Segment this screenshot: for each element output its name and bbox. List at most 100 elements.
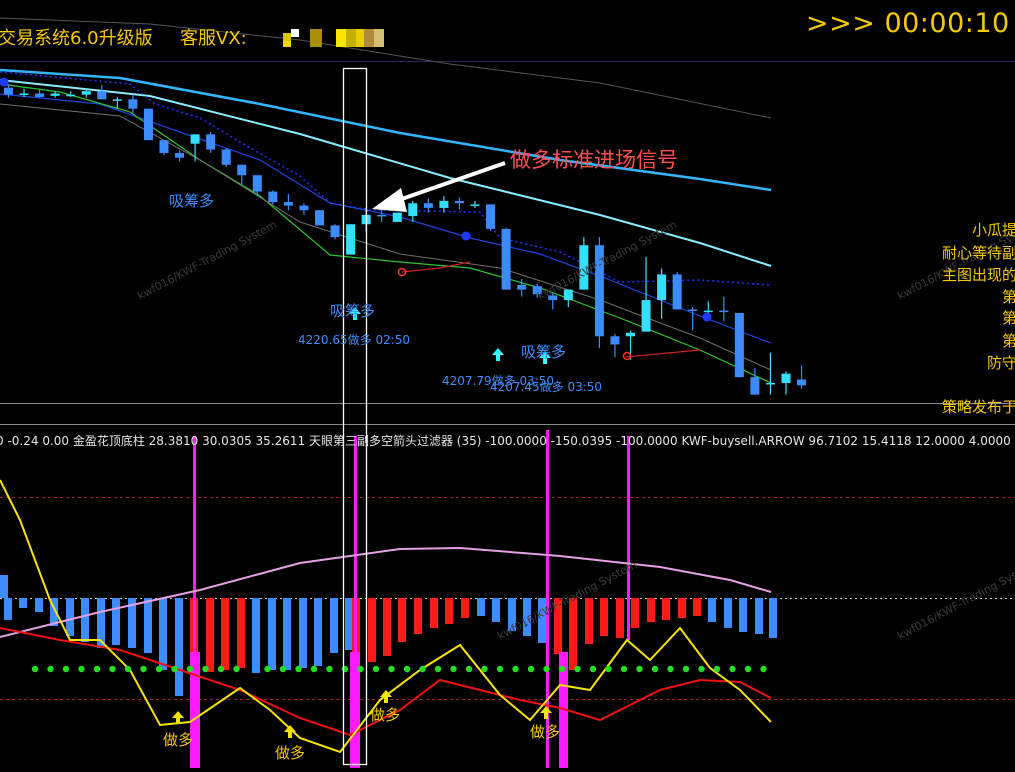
strategy-line-3: 主图出现的 xyxy=(941,266,1015,284)
price-note-3: 4207.45做多 03:50 xyxy=(490,380,603,394)
histogram-bar xyxy=(445,598,453,624)
green-dot xyxy=(605,665,612,673)
green-dot xyxy=(558,665,566,673)
candle-body xyxy=(517,284,527,290)
sub-label-long-3: 做多 xyxy=(370,706,401,724)
candle-body xyxy=(765,382,775,385)
histogram-bar xyxy=(647,598,655,622)
candle-body xyxy=(626,332,635,337)
candle-body xyxy=(237,164,247,176)
green-dot xyxy=(357,665,364,673)
candle-body xyxy=(81,91,91,95)
green-dot xyxy=(31,665,39,673)
green-dot xyxy=(186,665,194,673)
mt4-chart-window[interactable]: kwf016/KWF-Trading System kwf016/KWF-Trad… xyxy=(0,0,1015,768)
label-accumulate-3: 吸筹多 xyxy=(521,343,567,361)
histogram-bar xyxy=(430,598,438,628)
candle-body xyxy=(423,203,433,208)
histogram-bar xyxy=(345,598,353,650)
signal-markers xyxy=(0,77,712,364)
strategy-line-6: 第 xyxy=(1001,332,1015,350)
contact-redacted xyxy=(283,29,384,47)
green-dot xyxy=(574,665,581,673)
histogram-bar xyxy=(492,598,500,622)
histogram-bar xyxy=(268,598,276,670)
green-dot xyxy=(47,665,54,673)
green-dot xyxy=(465,665,473,673)
candle-body xyxy=(283,202,293,206)
green-dot xyxy=(388,665,395,673)
green-dot xyxy=(264,665,271,673)
candle-body xyxy=(797,379,807,386)
green-dot xyxy=(543,665,550,673)
candle-body xyxy=(35,93,45,98)
green-dot xyxy=(512,665,519,673)
callout-text: 做多标准进场信号 xyxy=(510,148,678,172)
histogram-bar xyxy=(4,598,12,620)
candle-body xyxy=(66,94,76,97)
histogram-bar xyxy=(739,598,747,632)
candle-body xyxy=(439,200,449,208)
candle-body xyxy=(470,204,480,206)
green-dot xyxy=(760,665,767,673)
candle-body xyxy=(221,149,231,165)
histogram-bar xyxy=(461,598,469,618)
strategy-line-8: 策略发布于 xyxy=(941,398,1015,416)
histogram-bar xyxy=(678,598,686,618)
green-dot xyxy=(124,665,132,673)
candle-body xyxy=(175,153,185,158)
histogram-bar xyxy=(35,598,43,612)
histogram-bar xyxy=(414,598,422,634)
green-dot xyxy=(667,665,674,673)
red-star-marker xyxy=(622,351,632,361)
candle-body xyxy=(454,200,464,204)
candle-body xyxy=(750,377,760,395)
candle-body xyxy=(392,212,402,222)
candle-body xyxy=(299,205,309,211)
ma-dotted xyxy=(0,71,772,286)
histogram-bar xyxy=(19,598,27,608)
histogram-bar xyxy=(175,598,183,696)
buy-arrows-subchart xyxy=(172,690,552,738)
green-dot xyxy=(450,665,457,673)
strategy-line-5: 第 xyxy=(1001,309,1015,327)
green-dot xyxy=(496,665,504,673)
green-dot xyxy=(651,665,659,673)
label-accumulate-2: 吸筹多 xyxy=(330,302,376,320)
histogram-bar xyxy=(398,598,406,642)
green-dot xyxy=(202,665,209,673)
strategy-line-7: 防守 xyxy=(986,354,1015,372)
blue-dot-marker xyxy=(461,231,471,241)
green-dot xyxy=(140,665,147,673)
green-dot xyxy=(217,665,225,673)
strategy-line-2: 耐心等待副 xyxy=(941,244,1015,262)
histogram-bar xyxy=(724,598,732,628)
candle-body xyxy=(4,87,13,95)
candle-body xyxy=(703,310,713,313)
candle-body xyxy=(563,289,573,301)
candle-body xyxy=(688,309,698,311)
green-dot xyxy=(310,665,318,673)
histogram-bar xyxy=(631,598,639,628)
histogram-bar xyxy=(299,598,307,668)
blue-dot-marker xyxy=(702,312,712,322)
candle-body xyxy=(501,228,511,290)
contact-label: 客服VX: xyxy=(180,28,247,49)
green-dot xyxy=(589,665,597,673)
candle-body xyxy=(330,225,340,238)
signal-bar xyxy=(627,436,630,640)
candle-body xyxy=(486,204,496,229)
green-dot xyxy=(434,665,442,673)
green-dot xyxy=(372,665,380,673)
candle-body xyxy=(346,224,356,255)
green-dot xyxy=(744,665,752,673)
candle-body xyxy=(112,99,122,101)
countdown-timer: >>> 00:00:10 xyxy=(806,8,1010,39)
candle-body xyxy=(190,134,200,144)
strategy-line-1: 小瓜提 xyxy=(971,221,1015,239)
candle-body xyxy=(377,214,387,217)
histogram-bar xyxy=(314,598,322,666)
histogram-bar-positive xyxy=(0,575,8,598)
candle-body xyxy=(128,99,138,109)
candle-body xyxy=(268,191,278,203)
